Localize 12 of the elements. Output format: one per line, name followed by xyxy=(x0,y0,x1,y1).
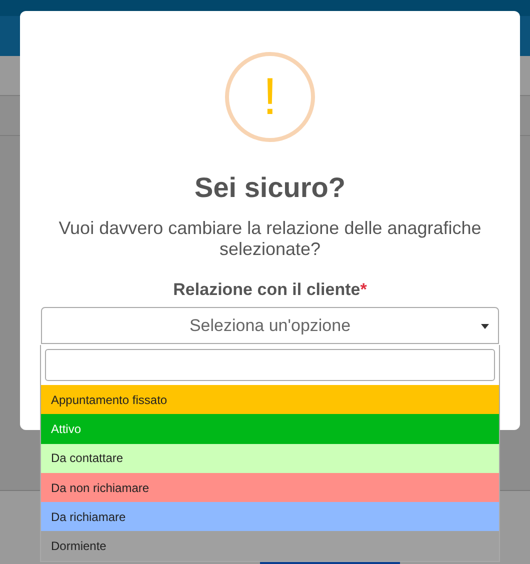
warning-icon: ! xyxy=(225,52,315,142)
dropdown-option[interactable]: Appuntamento fissato xyxy=(41,385,499,414)
field-label: Relazione con il cliente* xyxy=(173,280,367,300)
dropdown-option[interactable]: Da richiamare xyxy=(41,502,499,532)
dropdown-option[interactable]: Da non richiamare xyxy=(41,472,499,502)
caret-icon xyxy=(481,324,489,329)
dropdown-option[interactable]: Da contattare xyxy=(41,444,499,473)
search-field[interactable] xyxy=(45,349,495,381)
dropdown-option[interactable]: Dormiente xyxy=(41,531,499,561)
relation-select[interactable]: Seleziona un'opzione xyxy=(41,307,499,344)
dialog-message: Vuoi davvero cambiare la relazione delle anagrafiche selezionate? xyxy=(58,218,482,260)
dialog-title: Sei sicuro? xyxy=(194,172,346,204)
